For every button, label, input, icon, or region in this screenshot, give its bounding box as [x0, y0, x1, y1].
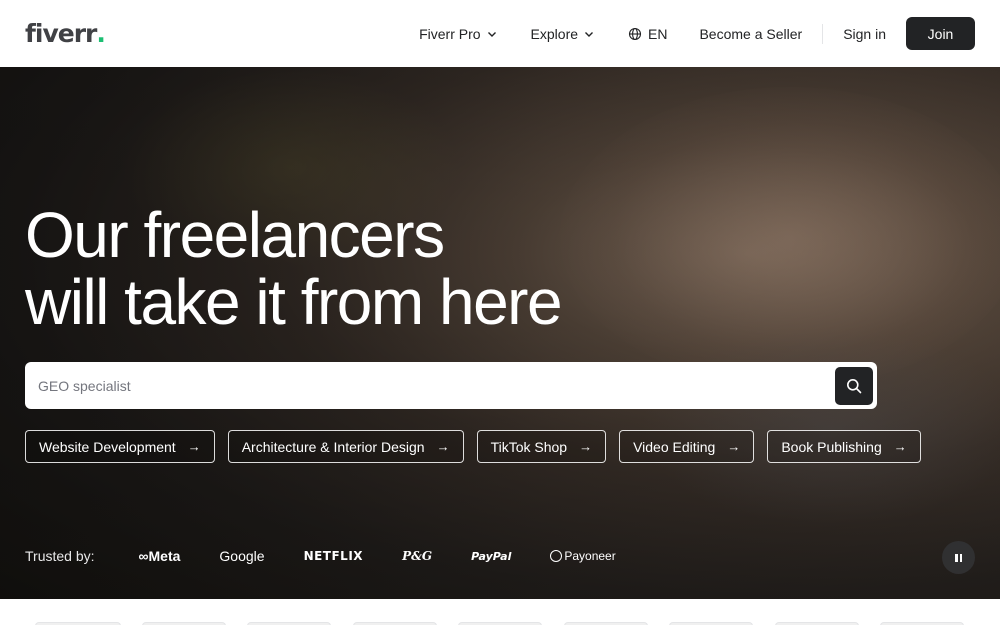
arrow-right-icon: →	[579, 439, 593, 454]
payoneer-logo-text: Payoneer	[564, 549, 616, 563]
nav-divider	[822, 23, 824, 44]
chevron-down-icon	[487, 31, 496, 37]
pause-video-button[interactable]	[942, 541, 975, 574]
nav-fiverr-pro[interactable]: Fiverr Pro	[419, 26, 496, 42]
join-button[interactable]: Join	[906, 17, 975, 50]
nav-fiverr-pro-label: Fiverr Pro	[419, 25, 481, 42]
arrow-right-icon: →	[436, 439, 450, 454]
nav-explore[interactable]: Explore	[531, 26, 594, 42]
chip-website-development[interactable]: Website Development →	[25, 430, 215, 463]
chip-label: Architecture & Interior Design	[241, 438, 425, 455]
meta-logo: ∞Meta	[138, 548, 181, 564]
nav-language-label: EN	[648, 25, 668, 42]
chip-architecture-interior-design[interactable]: Architecture & Interior Design →	[227, 430, 464, 463]
fiverr-logo[interactable]: fiverr.	[25, 19, 106, 48]
hero-title: Our freelancers will take it from here	[25, 199, 563, 338]
netflix-logo: NETFLIX	[303, 549, 364, 563]
globe-icon	[628, 27, 642, 40]
sign-in-link[interactable]: Sign in	[843, 26, 886, 42]
arrow-right-icon: →	[727, 439, 741, 454]
chevron-down-icon	[585, 31, 594, 37]
chip-book-publishing[interactable]: Book Publishing →	[767, 430, 921, 463]
search-bar	[25, 362, 877, 409]
below-hero-section	[0, 599, 1000, 625]
nav-explore-label: Explore	[530, 25, 579, 42]
search-icon	[847, 378, 862, 393]
chip-label: Video Editing	[633, 438, 716, 455]
popular-categories: Website Development → Architecture & Int…	[25, 430, 934, 463]
main-nav: Fiverr Pro Explore EN Become a Seller Si…	[419, 0, 975, 67]
trusted-by: Trusted by: ∞Meta Google NETFLIX P&G Pay…	[25, 548, 655, 564]
google-logo: Google	[219, 548, 265, 564]
trusted-by-label: Trusted by:	[25, 548, 95, 564]
chip-tiktok-shop[interactable]: TikTok Shop →	[476, 430, 607, 463]
nav-become-seller-label: Become a Seller	[699, 25, 803, 42]
paypal-logo: PayPal	[471, 549, 512, 563]
logo-text: fiverr	[25, 19, 97, 48]
arrow-right-icon: →	[893, 439, 907, 454]
search-button[interactable]	[835, 366, 873, 405]
hero-section: Our freelancers will take it from here W…	[0, 67, 1000, 599]
payoneer-logo: Payoneer	[550, 549, 616, 563]
top-header: fiverr. Fiverr Pro Explore EN Become a S…	[0, 0, 1000, 67]
chip-label: TikTok Shop	[490, 438, 568, 455]
chip-label: Book Publishing	[781, 438, 882, 455]
arrow-right-icon: →	[187, 439, 201, 454]
hero-title-line-2: will take it from here	[25, 266, 563, 338]
hero-title-line-1: Our freelancers	[25, 199, 445, 271]
chip-label: Website Development	[39, 438, 176, 455]
nav-become-seller[interactable]: Become a Seller	[699, 26, 802, 42]
nav-language[interactable]: EN	[628, 26, 667, 42]
join-button-label: Join	[927, 25, 954, 42]
pause-icon	[954, 553, 963, 562]
pg-logo: P&G	[402, 549, 433, 563]
sign-in-label: Sign in	[843, 25, 886, 42]
chip-video-editing[interactable]: Video Editing →	[619, 430, 755, 463]
search-input[interactable]	[38, 362, 835, 409]
payoneer-ring-icon	[550, 550, 563, 562]
logo-dot: .	[96, 19, 105, 48]
